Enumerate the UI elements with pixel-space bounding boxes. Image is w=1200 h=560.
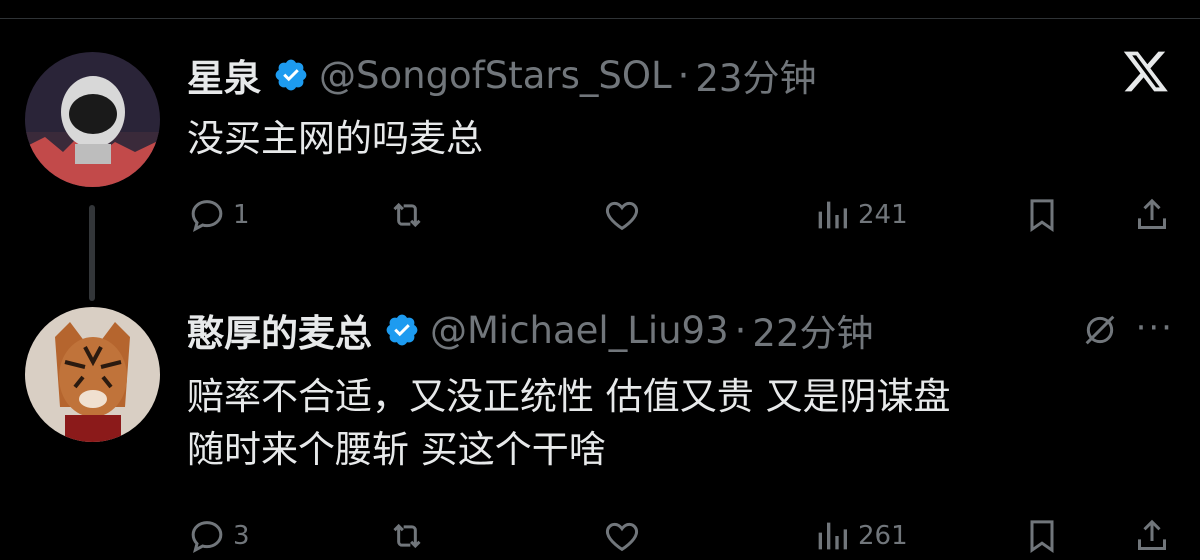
views-button[interactable]: 241 (812, 195, 908, 235)
display-name[interactable]: 憨厚的麦总 (187, 303, 372, 357)
like-button[interactable] (602, 516, 642, 556)
tweet-header: 憨厚的麦总 @Michael_Liu93 · 22分钟 (187, 303, 874, 357)
avatar[interactable] (25, 52, 160, 187)
timestamp[interactable]: 23分钟 (695, 48, 816, 102)
retweet-icon (393, 523, 421, 549)
tweet-text-line: 没买主网的吗麦总 (187, 117, 483, 160)
view-count: 261 (858, 521, 908, 551)
tweet-text-line: 赔率不合适，又没正统性 估值又贵 又是阴谋盘 (187, 375, 951, 418)
heart-icon (605, 522, 639, 552)
share-button[interactable] (1132, 516, 1172, 556)
more-options-button[interactable]: ··· (1136, 308, 1174, 348)
avatar[interactable] (25, 307, 160, 442)
handle[interactable]: @Michael_Liu93 (430, 309, 729, 352)
bookmark-icon (1030, 199, 1054, 233)
tweet-text-line: 随时来个腰斩 买这个干啥 (187, 428, 606, 471)
tweet-header: 星泉 @SongofStars_SOL · 23分钟 (187, 48, 816, 102)
bookmark-icon (1030, 520, 1054, 554)
reply-icon (191, 200, 223, 232)
analytics-icon (818, 522, 847, 550)
top-divider (0, 18, 1200, 19)
separator: · (677, 53, 690, 97)
like-button[interactable] (602, 195, 642, 235)
reply-icon (191, 521, 223, 553)
tweet-text: 赔率不合适，又没正统性 估值又贵 又是阴谋盘 随时来个腰斩 买这个干啥 (187, 370, 951, 476)
views-button[interactable]: 261 (812, 516, 908, 556)
thread-connector (89, 205, 95, 301)
verified-badge-icon (386, 314, 418, 346)
reply-count: 1 (233, 200, 250, 230)
action-bar: 1 241 (187, 195, 1177, 239)
heart-icon (605, 201, 639, 231)
share-button[interactable] (1132, 195, 1172, 235)
retweet-button[interactable] (387, 516, 427, 556)
verified-badge-icon (275, 59, 307, 91)
separator: · (734, 308, 747, 352)
retweet-icon (393, 202, 421, 228)
reply-button[interactable]: 3 (187, 516, 250, 556)
x-logo-icon[interactable] (1122, 47, 1170, 95)
bookmark-button[interactable] (1022, 195, 1062, 235)
timestamp[interactable]: 22分钟 (752, 303, 873, 357)
view-count: 241 (858, 200, 908, 230)
display-name[interactable]: 星泉 (187, 48, 261, 102)
action-bar: 3 261 (187, 516, 1177, 560)
grok-icon[interactable] (1080, 310, 1120, 350)
reply-count: 3 (233, 521, 250, 551)
share-icon (1138, 519, 1166, 550)
reply-button[interactable]: 1 (187, 195, 250, 235)
analytics-icon (818, 201, 847, 229)
handle[interactable]: @SongofStars_SOL (319, 54, 672, 97)
retweet-button[interactable] (387, 195, 427, 235)
tweet-text: 没买主网的吗麦总 (187, 112, 483, 165)
share-icon (1138, 198, 1166, 229)
bookmark-button[interactable] (1022, 516, 1062, 556)
